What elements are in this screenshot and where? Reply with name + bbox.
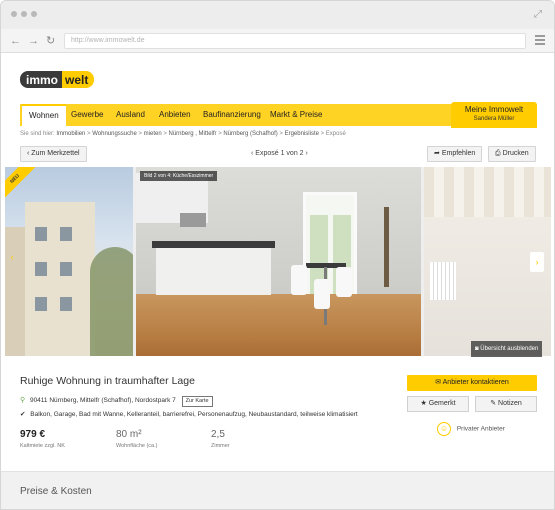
- private-provider-label: Privater Anbieter: [456, 425, 505, 433]
- listing-features: Balkon, Garage, Bad mit Wanne, Kellerant…: [30, 411, 358, 418]
- hamburger-menu-icon[interactable]: [535, 35, 545, 47]
- breadcrumb: Sie sind hier: Immobilien > Wohnungssuch…: [20, 131, 346, 137]
- saved-button[interactable]: ★ Gemerkt: [407, 396, 469, 412]
- listing-title: Ruhige Wohnung in traumhafter Lage: [20, 375, 195, 387]
- print-button[interactable]: ⎙ Drucken: [488, 146, 536, 162]
- recommend-label: Empfehlen: [441, 150, 476, 157]
- share-icon: ➦: [434, 150, 440, 157]
- back-to-watchlist-button[interactable]: ‹ Zum Merkzettel: [20, 146, 87, 162]
- logo-part-welt: welt: [62, 71, 95, 88]
- user-avatar-icon: ☺: [437, 422, 451, 436]
- print-icon: ⎙: [495, 150, 501, 157]
- new-ribbon: NEU: [5, 167, 37, 201]
- fact-area-label: Wohnfläche (ca.): [116, 443, 158, 449]
- contact-provider-label: Anbieter kontaktieren: [442, 379, 509, 386]
- notes-button[interactable]: ✎ Notizen: [475, 396, 537, 412]
- fact-rooms-value: 2,5: [211, 429, 225, 440]
- arrow-left-icon[interactable]: ←: [10, 34, 21, 48]
- fact-rent-label: Kaltmiete zzgl. NK: [20, 443, 65, 449]
- reload-icon[interactable]: ↻: [46, 34, 55, 48]
- contact-provider-button[interactable]: ✉ Anbieter kontaktieren: [407, 375, 537, 391]
- star-icon: ★: [420, 400, 427, 407]
- breadcrumb-item[interactable]: mieten: [144, 131, 162, 137]
- expose-pager: ‹ Exposé 1 von 2 ›: [251, 150, 308, 157]
- fact-rent: 979 € Kaltmiete zzgl. NK: [20, 429, 65, 449]
- breadcrumb-prefix: Sie sind hier:: [20, 131, 55, 137]
- edit-icon: ✎: [490, 400, 497, 407]
- checkmark-icon: ✔: [20, 411, 26, 418]
- nav-item-markt-preise[interactable]: Markt & Preise: [270, 104, 322, 126]
- breadcrumb-current: Exposé: [325, 131, 346, 137]
- gallery-next-arrow-icon[interactable]: ›: [530, 252, 544, 272]
- nav-item-anbieten[interactable]: Anbieten: [159, 104, 191, 126]
- nav-item-wohnen[interactable]: Wohnen: [22, 104, 66, 126]
- location-pin-icon: ⚲: [20, 397, 26, 404]
- next-expose-icon[interactable]: ›: [306, 150, 308, 157]
- photo-kitchen[interactable]: Bild 2 von 4: Küche/Esszimmer: [136, 167, 421, 356]
- private-provider: ☺ Privater Anbieter: [437, 422, 505, 436]
- gallery-prev-arrow-icon[interactable]: ‹: [5, 247, 19, 267]
- saved-label: Gemerkt: [428, 400, 456, 407]
- fact-rent-value: 979 €: [20, 429, 46, 440]
- window-dot[interactable]: [11, 11, 17, 17]
- prev-expose-icon[interactable]: ‹: [251, 150, 253, 157]
- listing-address: 90411 Nürnberg, Mittelfr (Schafhof), Nor…: [29, 397, 176, 404]
- print-label: Drucken: [502, 150, 529, 157]
- envelope-icon: ✉: [435, 379, 442, 386]
- nav-item-ausland[interactable]: Ausland: [116, 104, 145, 126]
- breadcrumb-item[interactable]: Ergebnisliste: [285, 131, 319, 137]
- browser-toolbar: ← → ↻ http://www.immowelt.de: [1, 29, 554, 53]
- fact-area-value: 80 m²: [116, 429, 142, 440]
- listing-address-row: ⚲ 90411 Nürnberg, Mittelfr (Schafhof), N…: [20, 396, 213, 407]
- fact-rooms-label: Zimmer: [211, 443, 230, 449]
- user-name: Sandera Müller: [473, 116, 515, 122]
- chevron-left-icon: ‹: [27, 150, 30, 157]
- main-navigation: Wohnen Gewerbe Ausland Anbieten Baufinan…: [20, 102, 537, 128]
- address-bar[interactable]: http://www.immowelt.de: [64, 33, 526, 49]
- photo-caption: Bild 2 von 4: Küche/Esszimmer: [140, 171, 218, 181]
- logo-part-immo: immo: [20, 71, 63, 88]
- nav-item-baufinanzierung[interactable]: Baufinanzierung: [203, 104, 261, 126]
- arrow-right-icon[interactable]: →: [28, 34, 39, 48]
- fact-area: 80 m² Wohnfläche (ca.): [116, 429, 157, 449]
- browser-window: ⤢ ← → ↻ http://www.immowelt.de immo welt…: [0, 0, 555, 510]
- meine-immowelt-label: Meine Immowelt: [464, 105, 524, 114]
- hide-overview-label: Übersicht ausblenden: [480, 346, 539, 352]
- notes-label: Notizen: [498, 400, 522, 407]
- breadcrumb-item[interactable]: Nürnberg (Schafhof): [223, 131, 277, 137]
- nav-item-gewerbe[interactable]: Gewerbe: [71, 104, 103, 126]
- breadcrumb-item[interactable]: Nürnberg , Mittelfr: [169, 131, 217, 137]
- section-title-prices: Preise & Kosten: [20, 486, 92, 497]
- expand-icon[interactable]: ⤢: [534, 9, 542, 20]
- camera-icon: ◙: [475, 346, 479, 352]
- expose-counter: Exposé 1 von 2: [255, 150, 304, 157]
- browser-titlebar: ⤢: [1, 1, 554, 29]
- breadcrumb-item[interactable]: Immobilien: [56, 131, 85, 137]
- immowelt-logo[interactable]: immo welt: [20, 71, 95, 88]
- hide-overview-button[interactable]: ◙ Übersicht ausblenden: [471, 341, 543, 357]
- breadcrumb-item[interactable]: Wohnungssuche: [92, 131, 137, 137]
- meine-immowelt-button[interactable]: Meine Immowelt Sandera Müller: [451, 102, 537, 128]
- photo-building-exterior[interactable]: NEU: [5, 167, 133, 356]
- show-map-button[interactable]: Zur Karte: [181, 396, 213, 407]
- listing-features-row: ✔ Balkon, Garage, Bad mit Wanne, Kellera…: [20, 410, 358, 418]
- fact-rooms: 2,5 Zimmer: [211, 429, 230, 449]
- back-to-watchlist-label: Zum Merkzettel: [31, 150, 80, 157]
- window-dot[interactable]: [21, 11, 27, 17]
- photo-gallery[interactable]: NEU Bild 2 von 4: Küche/Esszimmer: [5, 167, 551, 356]
- recommend-button[interactable]: ➦ Empfehlen: [427, 146, 483, 162]
- window-dot[interactable]: [31, 11, 37, 17]
